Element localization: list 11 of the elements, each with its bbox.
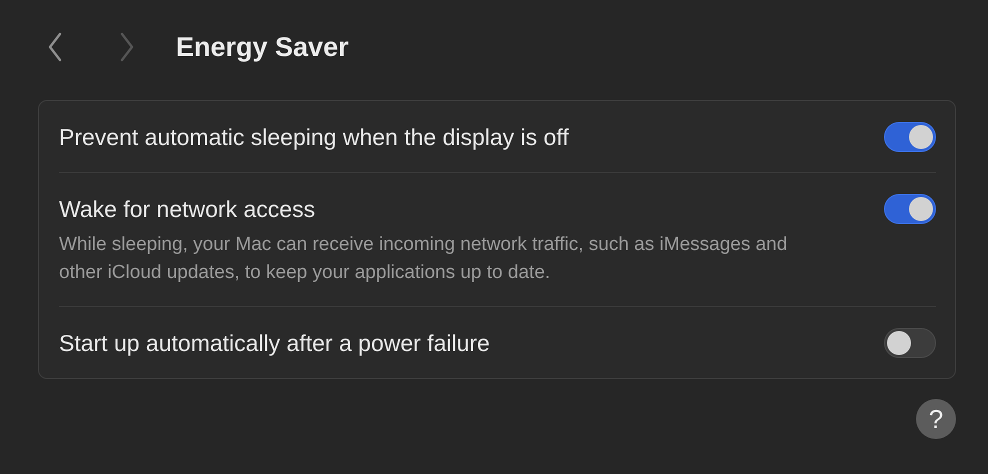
page-title: Energy Saver bbox=[176, 32, 349, 62]
toggle-switch[interactable] bbox=[884, 328, 936, 358]
chevron-right-icon bbox=[119, 32, 135, 62]
setting-label: Start up automatically after a power failure bbox=[59, 329, 490, 358]
toggle-switch[interactable] bbox=[884, 194, 936, 224]
setting-label: Wake for network access bbox=[59, 195, 316, 224]
help-button[interactable]: ? bbox=[916, 399, 956, 439]
setting-label: Prevent automatic sleeping when the display is off bbox=[59, 123, 569, 152]
chevron-left-icon bbox=[47, 32, 63, 62]
setting-description: While sleeping, your Mac can receive incoming network traffic, such as iMessages and other iCloud updates, to keep your applications up to date. bbox=[59, 233, 788, 285]
toggle-switch[interactable] bbox=[884, 122, 936, 152]
